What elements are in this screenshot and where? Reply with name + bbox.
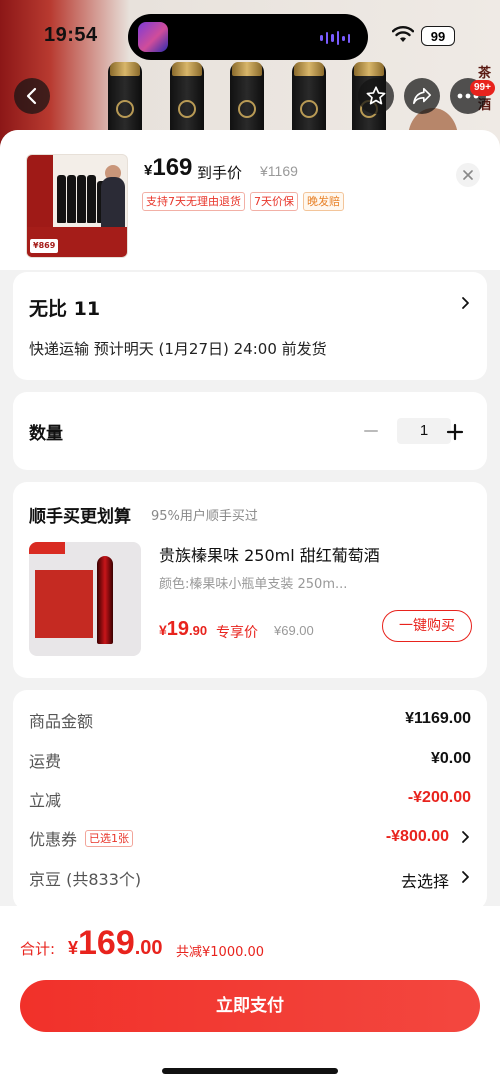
- close-button[interactable]: [456, 163, 480, 187]
- order-summary-card: 商品金额 ¥1169.00 运费 ¥0.00 立减 -¥200.00 优惠券 已…: [13, 690, 487, 910]
- thumbnail-price: ¥869: [30, 239, 59, 253]
- chevron-right-icon: [462, 297, 469, 309]
- address-title: 无比 11: [29, 298, 101, 320]
- discount-amount: -¥200.00: [407, 789, 471, 806]
- tag-return: 支持7天无理由退货: [142, 192, 245, 211]
- upsell-product-image[interactable]: [29, 542, 141, 656]
- dynamic-island[interactable]: [128, 14, 368, 60]
- now-playing-app-icon: [138, 22, 168, 52]
- tag-price-protect: 7天价保: [250, 192, 298, 211]
- coupon-selected-tag: 已选1张: [85, 829, 134, 847]
- quantity-card: 数量 1: [13, 392, 487, 470]
- final-price-label: 到手价: [197, 164, 243, 182]
- chevron-right-icon: [462, 831, 469, 843]
- summary-row-goods: 商品金额 ¥1169.00: [29, 710, 471, 731]
- summary-row-shipping: 运费 ¥0.00: [29, 750, 471, 771]
- coupon-amount: -¥800.00: [385, 828, 449, 845]
- quantity-input[interactable]: 1: [397, 418, 451, 444]
- shipping-fee: ¥0.00: [430, 750, 471, 767]
- upsell-card: 顺手买更划算 95%用户顺手买过 贵族榛果味 250ml 甜红葡萄酒 颜色:榛果…: [13, 482, 487, 678]
- tag-late-compensation: 晚发赔: [303, 192, 344, 211]
- status-time: 19:54: [44, 24, 98, 46]
- upsell-price: ¥19.90: [159, 618, 208, 640]
- delivery-estimate: 快递运输 预计明天 (1月27日) 24:00 前发货: [29, 340, 327, 358]
- favorite-button[interactable]: [358, 78, 394, 114]
- summary-row-discount: 立减 -¥200.00: [29, 789, 471, 810]
- upsell-subtitle: 95%用户顺手买过: [151, 509, 258, 524]
- one-click-buy-button[interactable]: 一键购买: [382, 610, 472, 642]
- service-tags: 支持7天无理由退货 7天价保 晚发赔: [142, 192, 344, 211]
- summary-row-coupon[interactable]: 优惠券 已选1张 -¥800.00: [29, 826, 471, 850]
- total-reduction: 共减¥1000.00: [176, 945, 265, 960]
- star-icon: [366, 86, 386, 105]
- total-label: 合计:: [20, 940, 56, 958]
- chevron-left-icon: [26, 87, 37, 105]
- checkout-footer: 合计: ¥169.00 共减¥1000.00 立即支付: [0, 906, 500, 1083]
- goods-amount: ¥1169.00: [405, 710, 471, 727]
- close-icon: [463, 170, 473, 180]
- total-price: ¥169.00: [68, 924, 163, 962]
- chevron-right-icon: [462, 871, 469, 883]
- plus-icon[interactable]: [445, 422, 465, 442]
- share-icon: [413, 87, 431, 105]
- wifi-icon: [392, 26, 414, 42]
- final-price: ¥169: [144, 154, 193, 181]
- message-badge: 99+: [470, 80, 495, 96]
- upsell-product-name[interactable]: 贵族榛果味 250ml 甜红葡萄酒: [159, 542, 380, 566]
- upsell-price-label: 专享价: [216, 625, 258, 641]
- back-button[interactable]: [14, 78, 50, 114]
- minus-icon[interactable]: [363, 422, 379, 440]
- home-indicator[interactable]: [162, 1068, 338, 1074]
- pay-now-button[interactable]: 立即支付: [20, 980, 480, 1032]
- product-thumbnail[interactable]: ¥869: [26, 154, 128, 258]
- battery-indicator: 99: [421, 26, 455, 46]
- upsell-title: 顺手买更划算: [29, 507, 131, 527]
- upsell-product-spec: 颜色:榛果味小瓶单支装 250m...: [159, 577, 348, 592]
- audio-wave-icon: [320, 31, 350, 45]
- summary-row-jingdou[interactable]: 京豆 (共833个) 去选择: [29, 866, 471, 891]
- upsell-original-price: ¥69.00: [274, 623, 314, 638]
- jingdou-select: 去选择: [400, 872, 449, 891]
- original-price: ¥1169: [260, 163, 298, 179]
- share-button[interactable]: [404, 78, 440, 114]
- quantity-label: 数量: [29, 424, 63, 444]
- shipping-card[interactable]: 无比 11 快递运输 预计明天 (1月27日) 24:00 前发货: [13, 272, 487, 380]
